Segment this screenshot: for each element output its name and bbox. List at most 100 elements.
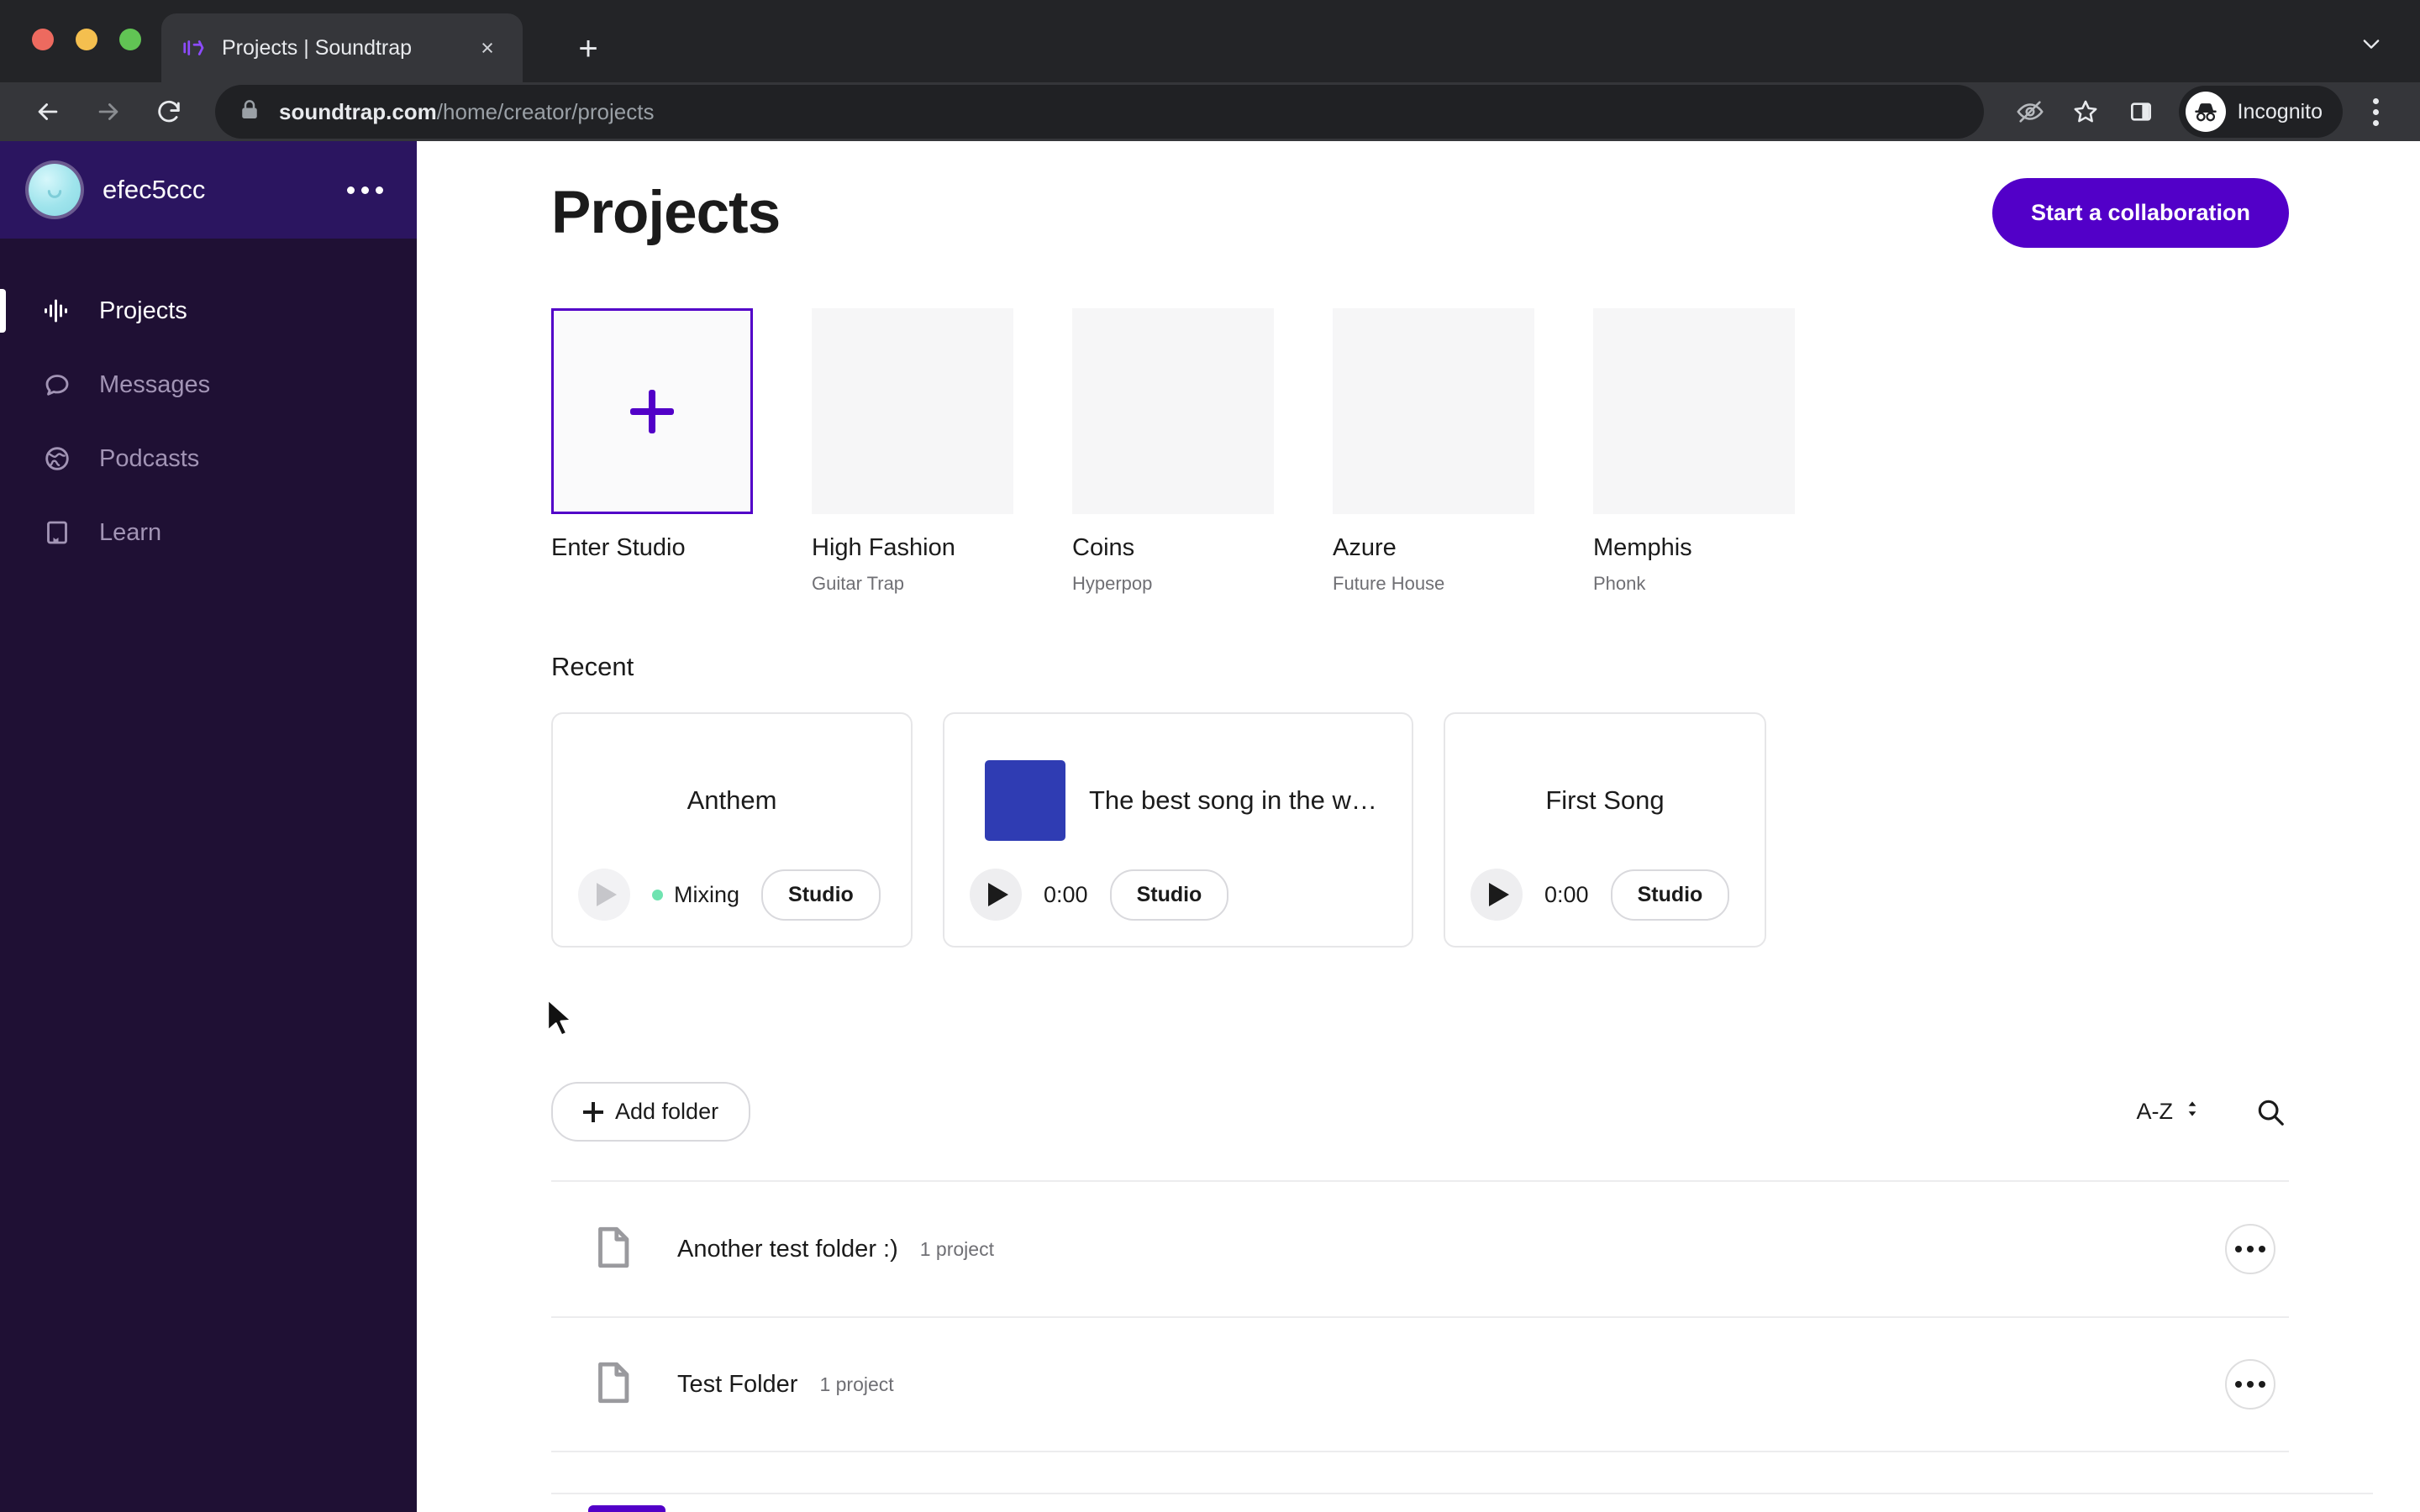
folder-name: Test Folder xyxy=(677,1370,798,1398)
sidebar-item-label: Learn xyxy=(99,518,162,546)
sidebar-user-header[interactable]: efec5ccc xyxy=(0,141,417,239)
tab-title: Projects | Soundtrap xyxy=(222,35,413,60)
recent-card-title-row: The best song in the wor… xyxy=(970,732,1386,869)
plus-icon xyxy=(583,1101,603,1122)
add-folder-label: Add folder xyxy=(615,1099,719,1124)
sidebar-item-projects[interactable]: Projects xyxy=(0,274,417,348)
open-studio-button[interactable]: Studio xyxy=(761,869,881,921)
close-window-button[interactable] xyxy=(32,29,54,50)
sidebar-item-label: Projects xyxy=(99,297,187,324)
browser-toolbar: soundtrap.com/home/creator/projects Inco… xyxy=(0,82,2420,141)
list-item[interactable]: Anthem xyxy=(551,1493,2373,1512)
recent-card-first-song[interactable]: First Song 0:00 Studio xyxy=(1444,712,1766,948)
tile-name: Memphis xyxy=(1593,534,1692,561)
tile-thumbnail[interactable] xyxy=(1333,308,1534,514)
close-tab-button[interactable]: × xyxy=(471,31,504,65)
recent-card-title-row: Anthem xyxy=(578,732,886,869)
play-icon[interactable] xyxy=(578,869,630,921)
forward-arrow-icon[interactable] xyxy=(82,86,134,138)
url-text: soundtrap.com/home/creator/projects xyxy=(279,99,654,125)
soundtrap-logo-icon xyxy=(180,34,208,62)
folder-project-count: 1 project xyxy=(819,1373,894,1395)
browser-tab[interactable]: Projects | Soundtrap × xyxy=(161,13,523,82)
tile-thumbnail[interactable] xyxy=(812,308,1013,514)
tile-genre: Hyperpop xyxy=(1072,573,1153,594)
profile-incognito-button[interactable]: Incognito xyxy=(2178,86,2343,138)
browser-titlebar: Projects | Soundtrap × + xyxy=(0,0,2420,82)
folder-project-count: 1 project xyxy=(919,1237,994,1260)
recent-heading: Recent xyxy=(551,652,634,681)
chevron-down-icon[interactable] xyxy=(2351,24,2391,64)
sidebar-item-learn[interactable]: Learn xyxy=(0,496,417,570)
tile-thumbnail[interactable] xyxy=(1593,308,1795,514)
recent-card-thumbnail xyxy=(985,760,1065,841)
folder-list: Another test folder :) 1 project Test Fo… xyxy=(551,1180,2373,1452)
tile-enter-studio[interactable]: Enter Studio xyxy=(551,308,753,595)
tile-thumbnail[interactable] xyxy=(551,308,753,514)
kebab-menu-icon[interactable] xyxy=(339,178,392,202)
tile-memphis[interactable]: Memphis Phonk xyxy=(1593,308,1795,595)
lock-icon xyxy=(237,97,266,126)
waveform-icon xyxy=(39,292,76,329)
avatar[interactable] xyxy=(29,164,81,216)
recent-card-title: First Song xyxy=(1545,785,1665,815)
chat-bubble-icon xyxy=(39,366,76,403)
tile-name: Azure xyxy=(1333,534,1397,561)
recent-card-title: The best song in the wor… xyxy=(1089,785,1386,815)
status-dot-icon xyxy=(652,889,663,900)
browser-window: Projects | Soundtrap × + soundtrap.com/h… xyxy=(0,0,2420,1512)
address-bar[interactable]: soundtrap.com/home/creator/projects xyxy=(215,85,1984,139)
url-path: /home/creator/projects xyxy=(436,98,655,124)
window-controls xyxy=(32,29,141,50)
tile-coins[interactable]: Coins Hyperpop xyxy=(1072,308,1274,595)
page-header: Projects Start a collaboration xyxy=(551,141,2373,248)
main-content: Projects Start a collaboration Enter Stu… xyxy=(417,141,2420,1512)
folder-name: Another test folder :) xyxy=(677,1235,898,1263)
globe-icon xyxy=(39,440,76,477)
eye-slash-icon[interactable] xyxy=(2004,86,2056,138)
folder-icon xyxy=(588,1223,640,1275)
recent-card-best-song[interactable]: The best song in the wor… 0:00 Studio xyxy=(943,712,1413,948)
side-panel-icon[interactable] xyxy=(2115,86,2167,138)
folder-toolbar: Add folder A-Z xyxy=(551,1082,2373,1142)
tile-name: Enter Studio xyxy=(551,534,686,561)
back-arrow-icon[interactable] xyxy=(22,86,74,138)
toolbar-actions: Incognito xyxy=(2004,86,2398,138)
open-studio-button[interactable]: Studio xyxy=(1610,869,1730,921)
tile-azure[interactable]: Azure Future House xyxy=(1333,308,1534,595)
start-collaboration-button[interactable]: Start a collaboration xyxy=(1991,178,2289,248)
star-icon[interactable] xyxy=(2060,86,2112,138)
recent-card-anthem[interactable]: Anthem Mixing Studio xyxy=(551,712,913,948)
sidebar-item-messages[interactable]: Messages xyxy=(0,348,417,422)
add-folder-button[interactable]: Add folder xyxy=(551,1082,751,1142)
playback-time: 0:00 xyxy=(1044,881,1088,907)
tile-thumbnail[interactable] xyxy=(1072,308,1274,514)
playback-time: 0:00 xyxy=(1544,881,1589,907)
tile-high-fashion[interactable]: High Fashion Guitar Trap xyxy=(812,308,1013,595)
url-domain: soundtrap.com xyxy=(279,98,437,124)
sort-updown-icon xyxy=(2181,1098,2203,1126)
page-title: Projects xyxy=(551,180,781,246)
kebab-menu-icon[interactable] xyxy=(2225,1224,2275,1274)
list-item[interactable]: Another test folder :) 1 project xyxy=(551,1180,2289,1316)
vertical-kebab-icon[interactable] xyxy=(2353,86,2398,138)
reload-icon[interactable] xyxy=(143,86,195,138)
list-item[interactable]: Test Folder 1 project xyxy=(551,1316,2289,1452)
kebab-menu-icon[interactable] xyxy=(2225,1359,2275,1410)
open-studio-button[interactable]: Studio xyxy=(1109,869,1229,921)
tile-name: Coins xyxy=(1072,534,1135,561)
play-icon[interactable] xyxy=(970,869,1022,921)
sort-label: A-Z xyxy=(2136,1099,2174,1124)
sidebar-item-podcasts[interactable]: Podcasts xyxy=(0,422,417,496)
search-icon[interactable] xyxy=(2252,1094,2289,1131)
template-tiles: Enter Studio High Fashion Guitar Trap Co… xyxy=(551,308,2373,595)
maximize-window-button[interactable] xyxy=(119,29,141,50)
sort-button[interactable]: A-Z xyxy=(2137,1098,2204,1126)
recent-card-controls: 0:00 Studio xyxy=(970,869,1386,921)
tile-genre: Phonk xyxy=(1593,573,1646,594)
minimize-window-button[interactable] xyxy=(76,29,97,50)
new-tab-button[interactable]: + xyxy=(565,25,612,72)
status-badge: Mixing xyxy=(652,882,739,908)
page-content: efec5ccc Projects Messages Podcasts Lear… xyxy=(0,141,2420,1512)
play-icon[interactable] xyxy=(1470,869,1523,921)
